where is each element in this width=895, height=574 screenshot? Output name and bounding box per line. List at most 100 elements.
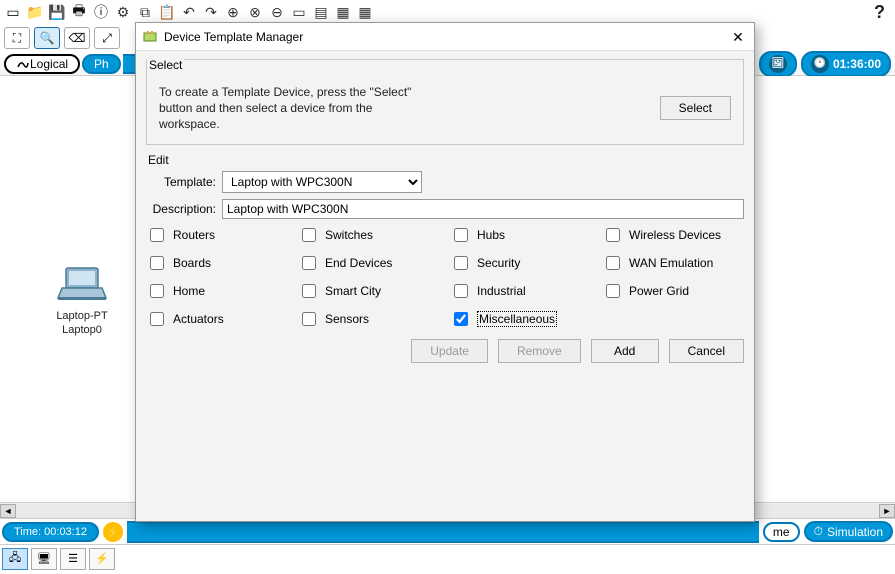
checkbox[interactable] — [454, 228, 468, 242]
checkbox[interactable] — [302, 228, 316, 242]
help-icon[interactable]: ? — [874, 2, 891, 23]
zoom-in-icon[interactable]: ⊕ — [224, 3, 242, 21]
cat-end-devices-icon[interactable]: 🖥 — [31, 548, 57, 570]
check-power-grid[interactable]: Power Grid — [602, 281, 744, 301]
check-label: Miscellaneous — [477, 311, 557, 327]
dialog-titlebar: Device Template Manager ✕ — [136, 23, 754, 51]
inspect-tool-icon[interactable]: 🔍 — [34, 27, 60, 49]
redo-icon[interactable]: ↷ — [202, 3, 220, 21]
checkbox[interactable] — [454, 312, 468, 326]
close-icon[interactable]: ✕ — [728, 27, 748, 47]
checkbox[interactable] — [150, 284, 164, 298]
check-end-devices[interactable]: End Devices — [298, 253, 440, 273]
tab-physical-label: Ph — [94, 57, 109, 71]
checkbox[interactable] — [606, 284, 620, 298]
tool-d-icon[interactable]: ▦ — [356, 3, 374, 21]
description-label: Description: — [146, 202, 216, 216]
check-label: Sensors — [325, 312, 369, 326]
main-toolbar: ▭ 📁 💾 🖶 ⓘ ⚙ ⧉ 📋 ↶ ↷ ⊕ ⊗ ⊖ ▭ ▤ ▦ ▦ ? — [0, 0, 895, 24]
device-template-manager-dialog: Device Template Manager ✕ Select To crea… — [135, 22, 755, 522]
select-button[interactable]: Select — [660, 96, 731, 120]
settings-icon[interactable]: ⚙ — [114, 3, 132, 21]
check-security[interactable]: Security — [450, 253, 592, 273]
zoom-out-icon[interactable]: ⊖ — [268, 3, 286, 21]
device-label: Laptop-PT Laptop0 — [42, 309, 122, 337]
checkbox[interactable] — [150, 228, 164, 242]
remove-button[interactable]: Remove — [498, 339, 581, 363]
clock-pill[interactable]: 🕐 01:36:00 — [801, 51, 891, 77]
tool-b-icon[interactable]: ▤ — [312, 3, 330, 21]
image-icon: 🖼 — [769, 55, 787, 73]
scroll-right-icon[interactable]: ► — [879, 504, 895, 518]
checkbox[interactable] — [302, 312, 316, 326]
resize-tool-icon[interactable]: ⤢ — [94, 27, 120, 49]
device-laptop0[interactable]: Laptop-PT Laptop0 — [42, 266, 122, 337]
add-button[interactable]: Add — [591, 339, 659, 363]
check-industrial[interactable]: Industrial — [450, 281, 592, 301]
undo-icon[interactable]: ↶ — [180, 3, 198, 21]
tab-logical[interactable]: Logical — [4, 54, 80, 74]
tool-a-icon[interactable]: ▭ — [290, 3, 308, 21]
check-label: Power Grid — [629, 284, 689, 298]
info-icon[interactable]: ⓘ — [92, 3, 110, 21]
scroll-left-icon[interactable]: ◄ — [0, 504, 16, 518]
cat-connections-icon[interactable]: ⚡ — [89, 548, 115, 570]
checkbox[interactable] — [606, 228, 620, 242]
stopwatch-icon: ⏱ — [814, 524, 823, 539]
select-instructions: To create a Template Device, press the "… — [159, 84, 419, 132]
select-tool-icon[interactable]: ⛶ — [4, 27, 30, 49]
check-wan-emulation[interactable]: WAN Emulation — [602, 253, 744, 273]
cat-components-icon[interactable]: ☰ — [60, 548, 86, 570]
copy-icon[interactable]: ⧉ — [136, 3, 154, 21]
tab-simulation[interactable]: ⏱ Simulation — [804, 521, 893, 542]
check-routers[interactable]: Routers — [146, 225, 288, 245]
check-miscellaneous[interactable]: Miscellaneous — [450, 309, 592, 329]
zoom-reset-icon[interactable]: ⊗ — [246, 3, 264, 21]
cancel-button[interactable]: Cancel — [669, 339, 744, 363]
cat-networking-icon[interactable]: 🖧 — [2, 548, 28, 570]
checkbox[interactable] — [454, 256, 468, 270]
edit-legend: Edit — [146, 153, 171, 167]
new-file-icon[interactable]: ▭ — [4, 3, 22, 21]
check-label: Routers — [173, 228, 215, 242]
print-icon[interactable]: 🖶 — [70, 3, 88, 21]
dialog-title: Device Template Manager — [164, 30, 303, 44]
check-label: Switches — [325, 228, 373, 242]
description-input[interactable] — [222, 199, 744, 219]
clock-icon: 🕐 — [811, 55, 829, 73]
tab-physical[interactable]: Ph — [82, 54, 121, 74]
check-hubs[interactable]: Hubs — [450, 225, 592, 245]
check-sensors[interactable]: Sensors — [298, 309, 440, 329]
select-groupbox: Select To create a Template Device, pres… — [146, 59, 744, 145]
checkbox[interactable] — [454, 284, 468, 298]
open-folder-icon[interactable]: 📁 — [26, 3, 44, 21]
paste-icon[interactable]: 📋 — [158, 3, 176, 21]
checkbox[interactable] — [150, 312, 164, 326]
check-home[interactable]: Home — [146, 281, 288, 301]
clock-time: 01:36:00 — [833, 57, 881, 71]
tool-c-icon[interactable]: ▦ — [334, 3, 352, 21]
check-actuators[interactable]: Actuators — [146, 309, 288, 329]
laptop-icon — [56, 266, 108, 302]
template-select[interactable]: Laptop with WPC300N — [222, 171, 422, 193]
check-label: WAN Emulation — [629, 256, 713, 270]
power-cycle-icon[interactable]: ⚡ — [103, 522, 123, 542]
save-icon[interactable]: 💾 — [48, 3, 66, 21]
check-label: Actuators — [173, 312, 224, 326]
update-button[interactable]: Update — [411, 339, 488, 363]
checkbox[interactable] — [302, 256, 316, 270]
nav-back-pill[interactable]: 🖼 — [759, 51, 797, 77]
check-label: Security — [477, 256, 520, 270]
check-wireless-devices[interactable]: Wireless Devices — [602, 225, 744, 245]
checkbox[interactable] — [302, 284, 316, 298]
sim-time: Time: 00:03:12 — [2, 522, 99, 542]
tab-realtime[interactable]: me — [763, 522, 800, 542]
category-checks: Routers Switches Hubs Wireless Devices Board… — [146, 225, 744, 329]
device-categories: 🖧 🖥 ☰ ⚡ — [0, 544, 895, 572]
check-smart-city[interactable]: Smart City — [298, 281, 440, 301]
delete-tool-icon[interactable]: ⌫ — [64, 27, 90, 49]
check-boards[interactable]: Boards — [146, 253, 288, 273]
checkbox[interactable] — [606, 256, 620, 270]
check-switches[interactable]: Switches — [298, 225, 440, 245]
checkbox[interactable] — [150, 256, 164, 270]
